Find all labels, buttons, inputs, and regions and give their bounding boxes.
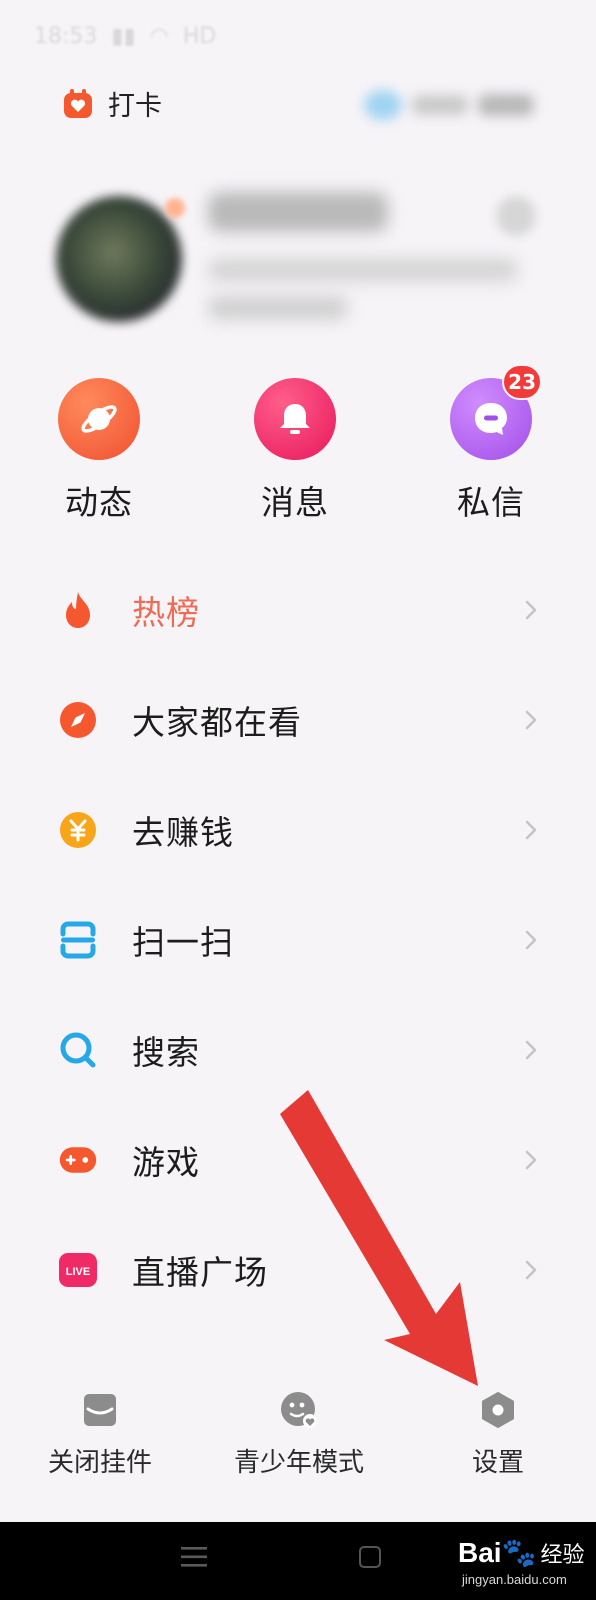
compass-icon (58, 700, 98, 740)
chevron-right-icon (525, 930, 537, 950)
checkin-button[interactable]: 打卡 (62, 84, 162, 123)
avatar-decoration (165, 198, 185, 218)
profile-bio-blurred-2 (208, 296, 348, 320)
menu-list: 热榜 大家都在看 去赚钱 扫一扫 搜索 游戏 LIVE 直播广场 (0, 555, 596, 1325)
settings-icon (478, 1390, 518, 1430)
yuan-coin-icon (58, 810, 98, 850)
quick-action-private-messages[interactable]: 23 私信 (416, 364, 566, 524)
watermark: Bai🐾 经验 jingyan.baidu.com (454, 1536, 594, 1596)
settings-button[interactable]: 设置 (408, 1390, 588, 1479)
widget-close-icon (80, 1390, 120, 1430)
planet-icon (81, 405, 117, 433)
profile-bio-blurred (208, 258, 518, 282)
chat-icon (475, 403, 507, 435)
chevron-right-icon (525, 1150, 537, 1170)
quick-action-circle (58, 378, 140, 460)
toolbar-label: 青少年模式 (233, 1448, 364, 1478)
menu-item-label: 游戏 (132, 1143, 200, 1182)
watermark-brand-suffix: 经验 (540, 1542, 585, 1567)
close-widget-button[interactable]: 关闭挂件 (10, 1390, 190, 1479)
wifi-icon: ◠ (149, 24, 176, 49)
menu-item-search[interactable]: 搜索 (0, 995, 596, 1105)
watermark-brand-text: Bai (458, 1537, 502, 1568)
avatar[interactable] (56, 196, 182, 322)
profile-arrow-icon[interactable] (496, 196, 536, 236)
home-icon[interactable] (359, 1546, 381, 1568)
weather-text (412, 95, 468, 115)
menu-item-label: 直播广场 (132, 1253, 268, 1292)
weather-text-2 (478, 94, 534, 116)
live-icon-text: LIVE (66, 1266, 90, 1278)
checkin-label: 打卡 (108, 91, 162, 122)
search-icon (58, 1030, 98, 1070)
flame-icon (58, 590, 98, 630)
watermark-url: jingyan.baidu.com (462, 1572, 567, 1587)
menu-item-earn-money[interactable]: 去赚钱 (0, 775, 596, 885)
menu-item-label: 去赚钱 (132, 813, 234, 852)
live-icon: LIVE (58, 1250, 98, 1290)
quick-action-messages[interactable]: 消息 (220, 378, 370, 524)
watermark-brand: Bai🐾 经验 (458, 1536, 584, 1569)
chevron-right-icon (525, 1040, 537, 1060)
weather-icon (364, 90, 402, 120)
menu-item-label: 扫一扫 (132, 923, 234, 962)
menu-item-games[interactable]: 游戏 (0, 1105, 596, 1215)
toolbar-label: 设置 (471, 1448, 524, 1478)
teen-mode-icon (279, 1390, 319, 1430)
quick-action-circle: 23 (450, 364, 542, 460)
chevron-right-icon (525, 600, 537, 620)
chevron-right-icon (525, 820, 537, 840)
quick-action-label: 消息 (261, 483, 329, 522)
menu-item-label: 大家都在看 (132, 703, 302, 742)
teen-mode-button[interactable]: 青少年模式 (209, 1390, 389, 1479)
status-bar: 18:53 ▮▮ ◠ HD (34, 24, 216, 49)
status-time: 18:53 (34, 24, 98, 49)
scan-icon (58, 920, 98, 960)
chevron-right-icon (525, 710, 537, 730)
quick-action-label: 私信 (457, 483, 525, 522)
gamepad-icon (58, 1140, 98, 1180)
menu-item-live-square[interactable]: LIVE 直播广场 (0, 1215, 596, 1325)
status-network: HD (182, 24, 217, 49)
signal-icon: ▮▮ (104, 24, 143, 49)
profile-name-blurred[interactable] (208, 192, 388, 232)
menu-item-label: 热榜 (132, 593, 200, 632)
menu-item-scan[interactable]: 扫一扫 (0, 885, 596, 995)
chevron-right-icon (525, 1260, 537, 1280)
paw-logo-icon: 🐾 (501, 1537, 537, 1568)
menu-item-label: 搜索 (132, 1033, 200, 1072)
toolbar-label: 关闭挂件 (47, 1448, 152, 1478)
calendar-heart-icon (64, 88, 92, 118)
quick-action-circle (254, 378, 336, 460)
menu-item-everyone-watching[interactable]: 大家都在看 (0, 665, 596, 775)
menu-item-hot-list[interactable]: 热榜 (0, 555, 596, 665)
unread-badge: 23 (502, 364, 542, 400)
quick-action-dynamics[interactable]: 动态 (24, 378, 174, 524)
recent-apps-icon[interactable] (181, 1546, 207, 1568)
quick-action-label: 动态 (65, 483, 133, 522)
bell-icon (280, 404, 310, 434)
weather-widget[interactable] (364, 86, 544, 124)
